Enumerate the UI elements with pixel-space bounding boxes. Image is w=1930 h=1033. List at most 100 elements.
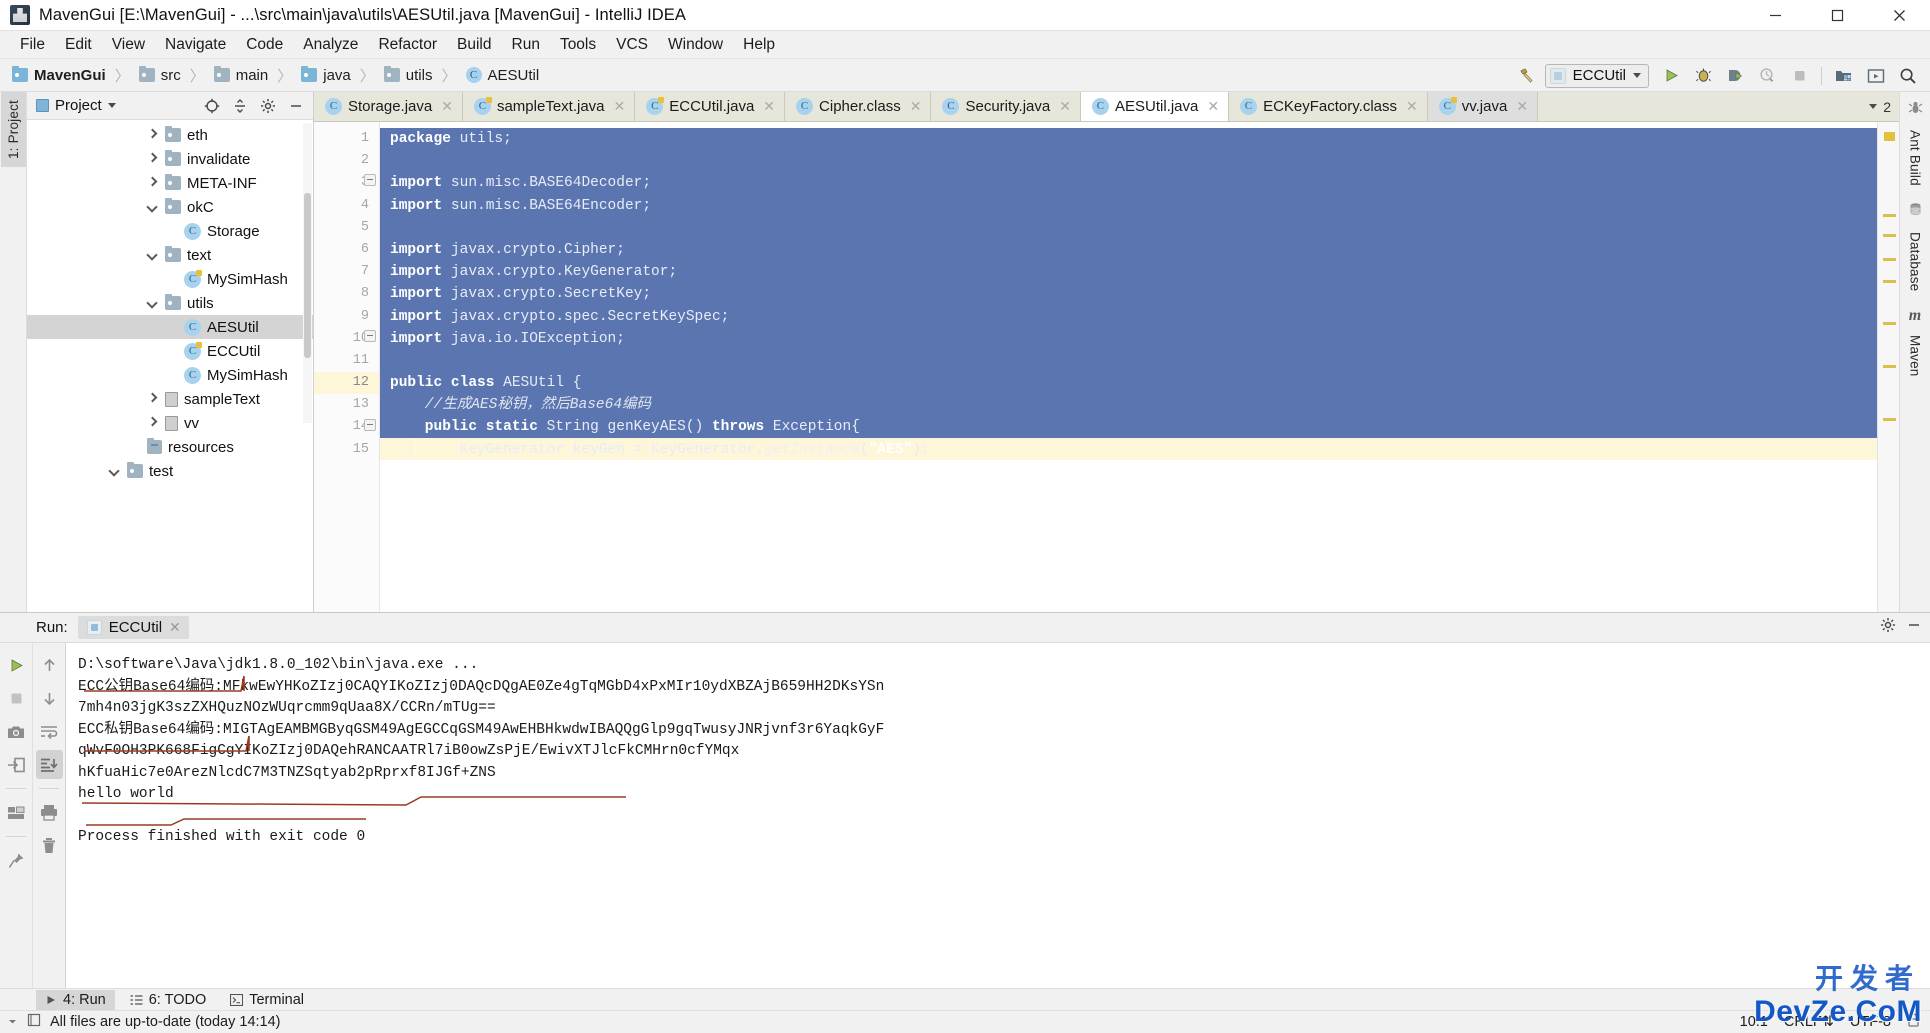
- stripe-marker[interactable]: [1883, 322, 1896, 325]
- stripe-marker[interactable]: [1883, 365, 1896, 368]
- menu-code[interactable]: Code: [236, 33, 293, 57]
- scroll-from-source-button[interactable]: [201, 95, 223, 117]
- layout-icon[interactable]: [3, 798, 30, 827]
- close-icon[interactable]: ✕: [1406, 98, 1418, 115]
- build-button[interactable]: [1513, 63, 1541, 89]
- menu-run[interactable]: Run: [502, 33, 550, 57]
- breadcrumb-item-main[interactable]: main: [214, 67, 269, 84]
- breadcrumb-item-src[interactable]: src: [139, 67, 181, 84]
- sidebar-item-database[interactable]: Database: [1903, 224, 1928, 299]
- gear-icon[interactable]: [257, 95, 279, 117]
- close-icon[interactable]: ✕: [1516, 98, 1528, 115]
- printer-icon[interactable]: [36, 798, 63, 827]
- run-tab-eccutil[interactable]: ECCUtil ✕: [78, 616, 189, 639]
- sidebar-item-project[interactable]: 1: Project: [1, 92, 26, 167]
- menu-file[interactable]: File: [10, 33, 55, 57]
- editor-tab-aesutil-java[interactable]: C AESUtil.java ✕: [1081, 92, 1229, 121]
- stripe-marker[interactable]: [1883, 418, 1896, 421]
- run-with-coverage-button[interactable]: [1721, 63, 1749, 89]
- arrow-down-icon[interactable]: [36, 684, 63, 713]
- console-output[interactable]: D:\software\Java\jdk1.8.0_102\bin\java.e…: [66, 643, 1930, 988]
- scroll-to-end-icon[interactable]: [36, 750, 63, 779]
- editor-tab-eckeyfactory-class[interactable]: C ECKeyFactory.class ✕: [1229, 92, 1428, 121]
- stripe-marker[interactable]: [1883, 258, 1896, 261]
- maximize-button[interactable]: [1806, 0, 1868, 31]
- rerun-button[interactable]: [3, 651, 30, 680]
- arrow-up-icon[interactable]: [36, 651, 63, 680]
- menu-help[interactable]: Help: [733, 33, 785, 57]
- editor-tab-sampletext-java[interactable]: C sampleText.java ✕: [463, 92, 635, 121]
- close-icon[interactable]: ✕: [614, 98, 626, 115]
- chevron-right-icon[interactable]: [147, 393, 159, 405]
- camera-icon[interactable]: [3, 717, 30, 746]
- stripe-marker[interactable]: [1883, 280, 1896, 283]
- run-button[interactable]: [1657, 63, 1685, 89]
- stripe-marker[interactable]: [1884, 132, 1895, 141]
- collapse-all-button[interactable]: [229, 95, 251, 117]
- tree-item-utils[interactable]: utils: [27, 291, 313, 315]
- minus-icon[interactable]: [285, 95, 307, 117]
- menu-edit[interactable]: Edit: [55, 33, 102, 57]
- tree-item-eth[interactable]: eth: [27, 123, 313, 147]
- pin-icon[interactable]: [3, 846, 30, 875]
- breadcrumb-item-java[interactable]: java: [301, 67, 351, 84]
- menu-vcs[interactable]: VCS: [606, 33, 658, 57]
- fold-marker-imports[interactable]: [364, 174, 376, 186]
- tree-item-aesutil[interactable]: C AESUtil: [27, 315, 313, 339]
- chevron-down-icon[interactable]: [147, 249, 159, 261]
- menu-tools[interactable]: Tools: [550, 33, 606, 57]
- menu-window[interactable]: Window: [658, 33, 733, 57]
- close-button[interactable]: [1868, 0, 1930, 31]
- minus-icon[interactable]: [1906, 617, 1922, 638]
- trash-icon[interactable]: [36, 831, 63, 860]
- editor-tab-storage-java[interactable]: C Storage.java ✕: [314, 92, 463, 121]
- menu-analyze[interactable]: Analyze: [293, 33, 368, 57]
- project-tree-scrollbar[interactable]: [303, 123, 312, 423]
- stripe-marker[interactable]: [1883, 234, 1896, 237]
- search-everywhere-button[interactable]: [1894, 63, 1922, 89]
- tree-item-vv[interactable]: vv: [27, 411, 313, 435]
- scrollbar-thumb[interactable]: [304, 193, 311, 358]
- update-project-button[interactable]: [1862, 63, 1890, 89]
- tree-item-sampletext[interactable]: sampleText: [27, 387, 313, 411]
- editor-tab-eccutil-java[interactable]: C ECCUtil.java ✕: [635, 92, 785, 121]
- profile-button[interactable]: [1753, 63, 1781, 89]
- run-configuration-selector[interactable]: ECCUtil: [1545, 64, 1649, 88]
- project-structure-button[interactable]: [1830, 63, 1858, 89]
- fold-marker-imports-end[interactable]: [364, 330, 376, 342]
- editor-tab-overflow[interactable]: 2: [1861, 92, 1899, 121]
- tree-item-mysimhash-text[interactable]: C MySimHash: [27, 267, 313, 291]
- stop-button[interactable]: [1785, 63, 1813, 89]
- export-icon[interactable]: [3, 750, 30, 779]
- minimize-button[interactable]: [1744, 0, 1806, 31]
- tree-item-storage[interactable]: C Storage: [27, 219, 313, 243]
- editor-tab-cipher-class[interactable]: C Cipher.class ✕: [785, 92, 931, 121]
- tree-item-okc[interactable]: okC: [27, 195, 313, 219]
- close-icon[interactable]: ✕: [1059, 98, 1071, 115]
- sidebar-item-ant-build[interactable]: Ant Build: [1903, 122, 1928, 194]
- stripe-marker[interactable]: [1883, 214, 1896, 217]
- gear-icon[interactable]: [1880, 617, 1896, 638]
- menu-view[interactable]: View: [102, 33, 155, 57]
- editor-tab-vv-java[interactable]: C vv.java ✕: [1428, 92, 1538, 121]
- editor-tab-security-java[interactable]: C Security.java ✕: [931, 92, 1081, 121]
- menu-navigate[interactable]: Navigate: [155, 33, 236, 57]
- breadcrumb-item-aesutil[interactable]: C AESUtil: [466, 67, 540, 84]
- chevron-down-icon[interactable]: [147, 201, 159, 213]
- chevron-right-icon[interactable]: [147, 177, 159, 189]
- close-icon[interactable]: ✕: [1207, 98, 1219, 115]
- tree-item-text[interactable]: text: [27, 243, 313, 267]
- close-icon[interactable]: ✕: [169, 619, 181, 636]
- tree-item-resources[interactable]: resources: [27, 435, 313, 459]
- fold-marker-method[interactable]: [364, 419, 376, 431]
- menu-refactor[interactable]: Refactor: [368, 33, 447, 57]
- menu-build[interactable]: Build: [447, 33, 501, 57]
- breadcrumb-item-mavengui[interactable]: MavenGui: [12, 67, 106, 84]
- chevron-down-icon[interactable]: [108, 103, 116, 108]
- tree-item-test[interactable]: test: [27, 459, 313, 483]
- chevron-down-icon[interactable]: [147, 297, 159, 309]
- stop-button[interactable]: [3, 684, 30, 713]
- debug-button[interactable]: [1689, 63, 1717, 89]
- chevron-down-icon[interactable]: [109, 465, 121, 477]
- close-icon[interactable]: ✕: [910, 98, 922, 115]
